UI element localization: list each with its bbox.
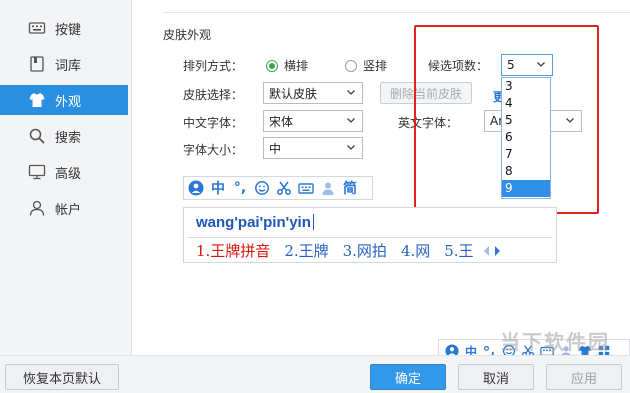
emoji-icon — [254, 180, 270, 196]
sidebar-item-label: 按键 — [55, 22, 82, 38]
logo-icon — [188, 180, 204, 196]
candidate-list: 1.王牌拼音 2.王牌 3.网拍 4.网 5.王 — [196, 240, 502, 261]
restore-defaults-button[interactable]: 恢复本页默认 — [5, 364, 119, 390]
candidate-item: 5.王 — [444, 242, 474, 260]
scissors-icon — [276, 180, 292, 196]
ime-toolbar-preview: 中 °, 简 — [183, 176, 373, 200]
book-icon — [28, 55, 46, 73]
section-title: 皮肤外观 — [163, 28, 212, 42]
divider — [188, 237, 552, 238]
skin-select[interactable]: 默认皮肤 — [263, 82, 363, 104]
punctuation-icon: °, — [233, 180, 247, 196]
sidebar-item-dictionary[interactable]: 词库 — [0, 49, 128, 79]
monitor-icon — [28, 163, 46, 181]
chinese-mode-icon: 中 — [211, 181, 225, 197]
sidebar-item-label: 词库 — [55, 58, 82, 74]
candidate-pager — [482, 245, 502, 257]
select-value: 默认皮肤 — [269, 86, 318, 101]
radio-dot — [345, 59, 357, 72]
chevron-down-icon — [347, 118, 355, 123]
sidebar-item-label: 搜索 — [55, 130, 82, 146]
candidate-item: 4.网 — [400, 242, 431, 260]
chevron-down-icon — [347, 145, 355, 150]
soft-keyboard-icon — [298, 180, 314, 196]
candidate-item: 2.王牌 — [284, 242, 329, 260]
sidebar-item-account[interactable]: 帐户 — [0, 193, 128, 223]
shirt-icon — [28, 91, 46, 109]
sidebar-item-search[interactable]: 搜索 — [0, 121, 128, 151]
highlight-annotation-box — [414, 25, 599, 214]
previous-page-icon — [483, 245, 489, 256]
ok-button[interactable]: 确定 — [370, 364, 446, 390]
next-page-icon — [494, 245, 500, 256]
chevron-down-icon — [347, 90, 355, 95]
sidebar-item-advanced[interactable]: 高级 — [0, 157, 128, 187]
cn-font-select[interactable]: 宋体 — [263, 110, 363, 132]
user-icon — [320, 180, 336, 196]
appearance-panel: 皮肤外观 排列方式： 横排 竖排 候选项数： 5 皮肤选择： 默认皮肤 删除当前… — [133, 0, 630, 355]
font-size-select[interactable]: 中 — [263, 137, 363, 159]
pinyin-text: wang'pai'pin'yin — [196, 214, 311, 231]
layout-horizontal-radio[interactable]: 横排 — [266, 57, 308, 74]
simplified-icon: 简 — [343, 181, 357, 197]
watermark-text: 当下软件园 — [500, 330, 610, 354]
cn-font-label: 中文字体： — [183, 116, 244, 130]
dialog-footer: 恢复本页默认 确定 取消 应用 — [0, 355, 630, 393]
sidebar-item-label: 高级 — [55, 166, 82, 182]
user-icon — [28, 199, 46, 217]
sidebar-item-appearance[interactable]: 外观 — [0, 85, 128, 115]
skin-label: 皮肤选择： — [183, 88, 244, 102]
candidate-item: 3.网拍 — [342, 242, 387, 260]
search-icon — [28, 127, 46, 145]
layout-vertical-radio[interactable]: 竖排 — [345, 57, 387, 74]
divider — [163, 12, 630, 13]
settings-sidebar: 按键 词库 外观 搜索 高级 帐户 — [0, 0, 132, 355]
font-size-label: 字体大小： — [183, 143, 244, 157]
candidate-item: 1.王牌拼音 — [196, 242, 271, 260]
layout-label: 排列方式： — [183, 59, 244, 73]
keyboard-icon — [28, 19, 46, 37]
cancel-button[interactable]: 取消 — [458, 364, 534, 390]
radio-label: 竖排 — [363, 59, 388, 73]
select-value: 中 — [269, 141, 282, 156]
select-value: 宋体 — [269, 114, 294, 129]
radio-dot — [266, 59, 278, 72]
radio-label: 横排 — [284, 59, 309, 73]
pinyin-input: wang'pai'pin'yin — [196, 214, 314, 231]
sidebar-item-keys[interactable]: 按键 — [0, 13, 128, 43]
sidebar-item-label: 外观 — [55, 94, 82, 110]
apply-button[interactable]: 应用 — [546, 364, 622, 390]
text-caret — [312, 214, 314, 230]
candidate-window-preview: wang'pai'pin'yin 1.王牌拼音 2.王牌 3.网拍 4.网 5.… — [183, 207, 557, 263]
sidebar-item-label: 帐户 — [55, 202, 82, 218]
